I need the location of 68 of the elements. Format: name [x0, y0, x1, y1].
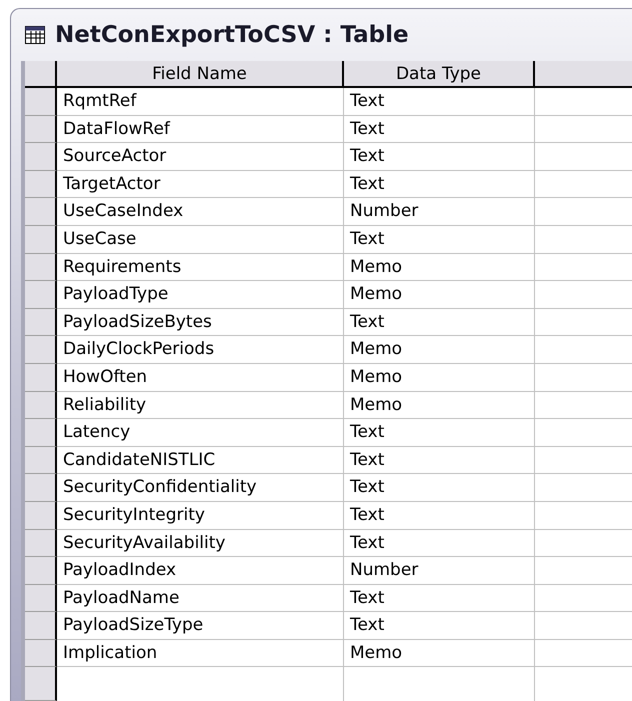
table-cell[interactable]: Memo [344, 336, 535, 364]
table-cell[interactable]: Text [344, 474, 535, 502]
row-selector[interactable] [25, 446, 57, 474]
table-icon [25, 26, 45, 44]
table-cell[interactable]: CandidateNISTLIC [57, 446, 344, 474]
row-selector[interactable] [25, 170, 57, 198]
row-selector[interactable] [25, 640, 57, 668]
row-selector[interactable] [25, 557, 57, 585]
table-cell[interactable]: DailyClockPeriods [57, 336, 344, 364]
table-cell[interactable]: Text [344, 502, 535, 530]
table-cell[interactable]: HowOften [57, 364, 344, 392]
table-cell[interactable]: DataFlowRef [57, 116, 344, 144]
table-cell[interactable]: Memo [344, 254, 535, 282]
row-selector[interactable] [25, 254, 57, 282]
row-selector[interactable] [25, 667, 57, 701]
table-cell[interactable]: PayloadSizeBytes [57, 308, 344, 336]
table-cell[interactable]: Memo [344, 281, 535, 309]
table-cell[interactable]: Text [344, 446, 535, 474]
table-cell[interactable]: PayloadName [57, 584, 344, 612]
table-cell[interactable]: SourceActor [57, 143, 344, 171]
row-selector[interactable] [25, 198, 57, 226]
table-cell[interactable]: Text [344, 143, 535, 171]
table-cell[interactable]: Text [344, 226, 535, 254]
table-cell[interactable]: Text [344, 170, 535, 198]
table-cell[interactable]: UseCase [57, 226, 344, 254]
table-cell[interactable]: UseCaseIndex [57, 198, 344, 226]
table-cell[interactable]: Number [344, 557, 535, 585]
table-cell[interactable]: Text [344, 612, 535, 640]
table-cell[interactable]: Text [344, 88, 535, 116]
row-selector[interactable] [25, 88, 57, 116]
window-title: NetConExportToCSV : Table [55, 20, 409, 50]
table-cell[interactable]: SecurityConfidentiality [57, 474, 344, 502]
table-cell[interactable]: Memo [344, 640, 535, 668]
table-cell[interactable]: Text [344, 419, 535, 447]
table-cell[interactable]: Text [344, 116, 535, 144]
row-selector[interactable] [25, 116, 57, 144]
table-cell[interactable]: Text [344, 530, 535, 558]
row-selector[interactable] [25, 281, 57, 309]
table-cell[interactable]: Memo [344, 364, 535, 392]
column-header[interactable]: Data Type [344, 61, 535, 86]
table-cell[interactable]: PayloadType [57, 281, 344, 309]
row-selector[interactable] [25, 308, 57, 336]
row-selector[interactable] [25, 612, 57, 640]
table-cell[interactable]: Memo [344, 392, 535, 420]
row-selector[interactable] [25, 474, 57, 502]
table-cell[interactable]: Text [344, 584, 535, 612]
row-selector[interactable] [25, 419, 57, 447]
table-cell[interactable]: PayloadIndex [57, 557, 344, 585]
row-selector[interactable] [25, 392, 57, 420]
row-selector[interactable] [25, 502, 57, 530]
row-selector[interactable] [25, 226, 57, 254]
column-header[interactable]: Field Name [57, 61, 344, 86]
table-cell[interactable]: RqmtRef [57, 88, 344, 116]
table-cell[interactable]: Latency [57, 419, 344, 447]
row-selector[interactable] [25, 530, 57, 558]
table-cell[interactable]: Reliability [57, 392, 344, 420]
row-selector[interactable] [25, 364, 57, 392]
table-cell[interactable]: SecurityAvailability [57, 530, 344, 558]
table-cell[interactable]: Text [344, 308, 535, 336]
table-cell[interactable]: PayloadSizeType [57, 612, 344, 640]
table-cell[interactable]: SecurityIntegrity [57, 502, 344, 530]
table-cell[interactable]: Implication [57, 640, 344, 668]
table-cell[interactable]: Requirements [57, 254, 344, 282]
table-cell[interactable]: Number [344, 198, 535, 226]
table-cell[interactable]: TargetActor [57, 170, 344, 198]
row-selector[interactable] [25, 143, 57, 171]
row-selector[interactable] [25, 336, 57, 364]
row-selector[interactable] [25, 584, 57, 612]
